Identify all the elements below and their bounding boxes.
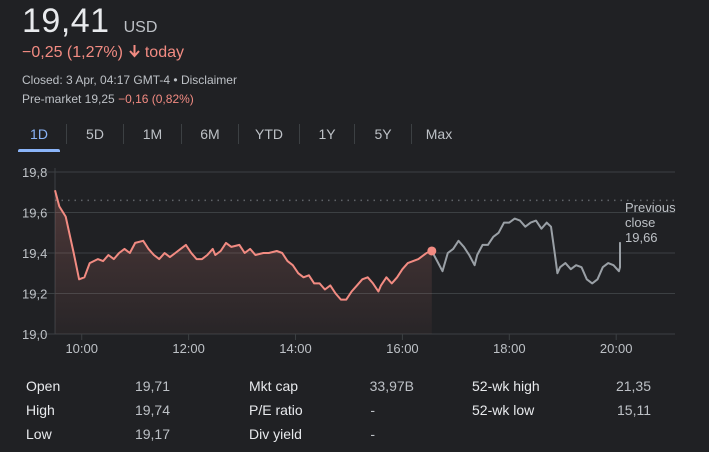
stat-value: -	[370, 426, 375, 442]
tab-5y[interactable]: 5Y	[355, 126, 411, 142]
stat-label: Div yield	[249, 426, 302, 442]
x-tick-label: 14:00	[279, 341, 312, 356]
disclaimer-link[interactable]: Disclaimer	[181, 73, 237, 87]
stat-label: 52-wk low	[472, 402, 535, 418]
stat-value: 33,97B	[369, 378, 414, 394]
y-tick-label: 19,2	[22, 287, 47, 302]
current-price: 19,41	[22, 2, 110, 40]
closed-info: Closed: 3 Apr, 04:17 GMT-4 • Disclaimer	[22, 73, 237, 87]
stat-value: 19,17	[134, 426, 170, 442]
y-tick-label: 19,6	[22, 206, 47, 221]
price-change-period: today	[144, 44, 184, 61]
x-tick-label: 18:00	[493, 341, 526, 356]
closed-time: Closed: 3 Apr, 04:17 GMT-4 •	[22, 73, 178, 87]
x-tick-label: 20:00	[600, 341, 633, 356]
stat-label: Mkt cap	[249, 378, 299, 394]
premarket-info: Pre-market 19,25 −0,16 (0,82%)	[22, 92, 194, 106]
y-tick-label: 19,0	[22, 327, 47, 342]
stat-value: 19,71	[134, 378, 170, 394]
price-header: 19,41 USD	[22, 2, 157, 41]
premarket-change: −0,16 (0,82%)	[118, 92, 194, 106]
stat-label: High	[26, 402, 55, 418]
stat-value: 19,74	[134, 402, 170, 418]
tab-1m[interactable]: 1M	[124, 126, 181, 142]
price-change-value: −0,25 (1,27%)	[22, 44, 123, 61]
y-tick-label: 19,4	[22, 246, 47, 261]
extended-session-line	[430, 217, 621, 285]
stat-value: -	[370, 402, 375, 418]
tab-1d[interactable]: 1D	[18, 126, 60, 152]
tab-5d[interactable]: 5D	[67, 126, 123, 142]
previous-close-label: 19,66	[625, 230, 658, 245]
x-tick-label: 12:00	[172, 341, 205, 356]
stat-label: Low	[26, 426, 52, 442]
close-marker	[427, 246, 437, 256]
premarket-price: Pre-market 19,25	[22, 92, 115, 106]
arrow-down-icon	[129, 44, 141, 62]
stat-value: 21,35	[615, 378, 651, 394]
stat-value: 15,11	[617, 402, 651, 418]
stat-label: P/E ratio	[249, 402, 303, 418]
stat-label: 52-wk high	[472, 378, 540, 394]
stat-label: Open	[26, 378, 61, 394]
x-tick-label: 16:00	[386, 341, 419, 356]
regular-session-area	[55, 190, 432, 334]
tab-1y[interactable]: 1Y	[300, 126, 354, 142]
range-tabs: 1D 5D 1M 6M YTD 1Y 5Y Max	[18, 121, 466, 152]
x-tick-label: 10:00	[65, 341, 98, 356]
previous-close-label: Previous	[625, 200, 676, 215]
tab-6m[interactable]: 6M	[182, 126, 238, 142]
tab-max[interactable]: Max	[412, 126, 466, 142]
price-change: −0,25 (1,27%) today	[22, 44, 184, 62]
price-chart[interactable]: 19,8 19,6 19,4 19,2 19,0 10:00 12:00 14:00 16:00…	[0, 150, 709, 360]
tab-ytd[interactable]: YTD	[239, 126, 299, 142]
currency-code: USD	[123, 19, 158, 36]
previous-close-label: close	[625, 215, 655, 230]
y-tick-label: 19,8	[22, 165, 47, 180]
